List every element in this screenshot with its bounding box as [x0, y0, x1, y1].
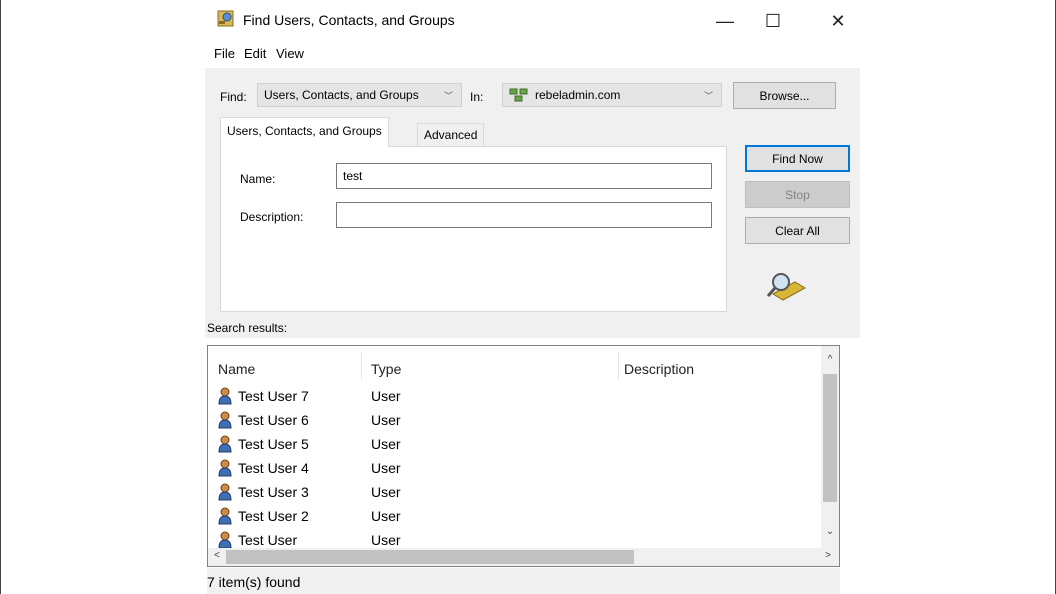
domain-value: rebeladmin.com [535, 88, 621, 102]
tab-advanced-label: Advanced [424, 128, 478, 142]
left-frame-line [0, 0, 1, 594]
row-name: Test User 4 [238, 460, 309, 476]
menu-bar: File Edit View [205, 40, 860, 68]
title-bar: Find Users, Contacts, and Groups — ☐ ✕ [205, 0, 860, 40]
find-label: Find: [220, 90, 247, 104]
search-magnifier-icon [766, 273, 807, 301]
row-name: Test User 2 [238, 508, 309, 524]
user-icon [218, 435, 232, 453]
name-field-value: test [343, 169, 363, 183]
table-row[interactable]: Test User 4 User [208, 456, 838, 480]
table-row[interactable]: Test User 5 User [208, 432, 838, 456]
tab-users-contacts-groups-label: Users, Contacts, and Groups [227, 124, 382, 138]
table-row[interactable]: Test User 2 User [208, 504, 838, 528]
find-now-button[interactable]: Find Now [745, 145, 850, 172]
minimize-button[interactable]: — [705, 8, 745, 34]
tab-advanced[interactable]: Advanced [417, 123, 485, 147]
in-label: In: [470, 90, 484, 104]
close-button[interactable]: ✕ [818, 8, 858, 34]
scroll-left-icon[interactable]: < [208, 550, 226, 561]
browse-button[interactable]: Browse... [733, 82, 836, 109]
user-icon [218, 531, 232, 549]
window-title: Find Users, Contacts, and Groups [243, 12, 455, 28]
find-dialog: Find Users, Contacts, and Groups — ☐ ✕ F… [205, 0, 860, 594]
row-type: User [371, 436, 401, 452]
row-type: User [371, 484, 401, 500]
row-name: Test User 6 [238, 412, 309, 428]
column-header-name[interactable]: Name [218, 361, 255, 377]
scroll-down-icon[interactable]: ⌄ [821, 526, 839, 537]
menu-view[interactable]: View [276, 46, 304, 61]
find-now-label: Find Now [772, 151, 823, 166]
tab-users-contacts-groups[interactable]: Users, Contacts, and Groups [220, 117, 389, 147]
description-label: Description: [240, 210, 304, 224]
table-row[interactable]: Test User 3 User [208, 480, 838, 504]
row-type: User [371, 388, 401, 404]
scroll-up-icon[interactable]: ^ [821, 354, 839, 365]
row-type: User [371, 508, 401, 524]
horizontal-scrollbar[interactable]: < > [208, 548, 839, 566]
scroll-right-icon[interactable]: > [819, 550, 837, 561]
find-type-select[interactable]: Users, Contacts, and Groups ﹀ [257, 83, 462, 107]
results-list: Name Type Description Test User 7 User Tes… [207, 345, 840, 567]
maximize-icon: ☐ [764, 10, 782, 31]
find-type-value: Users, Contacts, and Groups [264, 88, 419, 102]
column-divider[interactable] [618, 352, 619, 380]
row-name: Test User [238, 532, 298, 548]
stop-label: Stop [785, 187, 810, 202]
row-type: User [371, 532, 401, 548]
user-icon [218, 411, 232, 429]
clear-all-label: Clear All [775, 223, 820, 238]
close-icon: ✕ [830, 10, 846, 31]
column-header-description[interactable]: Description [624, 361, 694, 377]
clear-all-button[interactable]: Clear All [745, 217, 850, 244]
status-bar: 7 item(s) found [207, 568, 840, 594]
menu-file[interactable]: File [214, 46, 235, 61]
browse-label: Browse... [759, 88, 810, 103]
horizontal-scroll-thumb[interactable] [226, 550, 634, 564]
user-icon [218, 483, 232, 501]
row-name: Test User 5 [238, 436, 309, 452]
name-field[interactable]: test [336, 163, 712, 189]
chevron-down-icon: ﹀ [703, 91, 713, 101]
find-app-icon [217, 10, 234, 27]
user-icon [218, 387, 232, 405]
domain-icon [509, 88, 528, 102]
maximize-button[interactable]: ☐ [753, 8, 793, 34]
name-label: Name: [240, 172, 276, 186]
status-text: 7 item(s) found [207, 574, 301, 590]
row-name: Test User 7 [238, 388, 309, 404]
menu-edit[interactable]: Edit [244, 46, 266, 61]
user-icon [218, 507, 232, 525]
table-row[interactable]: Test User 7 User [208, 384, 838, 408]
column-header-type[interactable]: Type [371, 361, 401, 377]
vertical-scrollbar[interactable]: ^ ⌄ [821, 346, 839, 549]
row-type: User [371, 412, 401, 428]
user-icon [218, 459, 232, 477]
vertical-scroll-thumb[interactable] [823, 374, 837, 502]
description-field[interactable] [336, 202, 712, 228]
minimize-icon: — [716, 10, 734, 31]
row-type: User [371, 460, 401, 476]
search-results-label: Search results: [207, 321, 288, 335]
domain-select[interactable]: rebeladmin.com ﹀ [502, 83, 722, 107]
row-name: Test User 3 [238, 484, 309, 500]
column-divider[interactable] [361, 352, 362, 380]
stop-button[interactable]: Stop [745, 181, 850, 208]
table-row[interactable]: Test User 6 User [208, 408, 838, 432]
chevron-down-icon: ﹀ [443, 91, 453, 101]
